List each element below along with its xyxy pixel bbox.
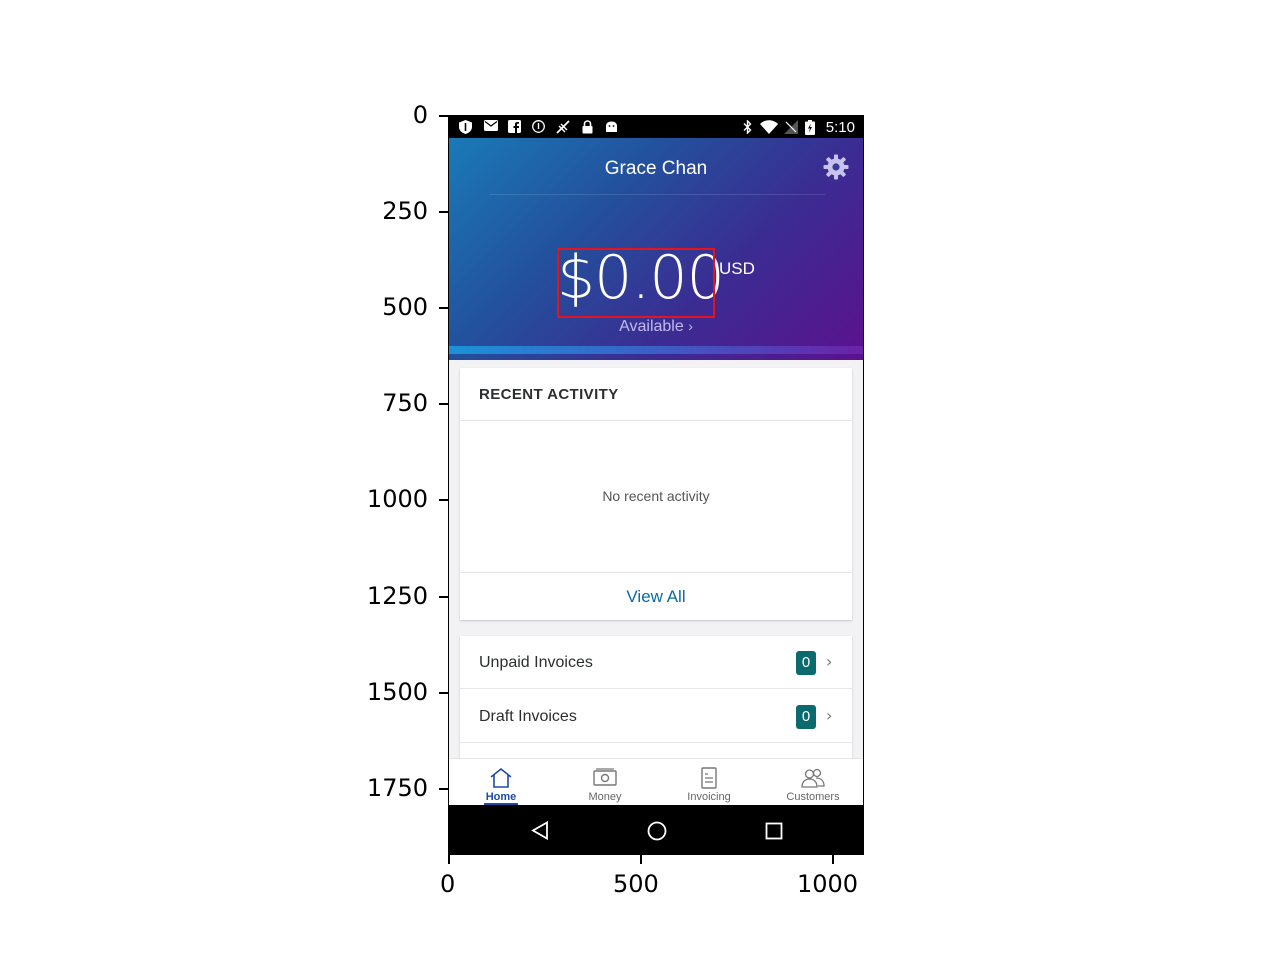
gear-icon[interactable] bbox=[823, 154, 849, 180]
android-icon bbox=[605, 120, 618, 136]
status-bar: 5:10 bbox=[449, 116, 863, 138]
chevron-right-icon: › bbox=[688, 318, 693, 334]
info-icon bbox=[532, 120, 545, 136]
card-divider bbox=[460, 420, 852, 421]
y-tick-label: 0 bbox=[412, 101, 428, 129]
draft-invoices-row[interactable]: Draft Invoices 0 › bbox=[460, 690, 852, 742]
x-tick-label: 500 bbox=[613, 870, 659, 898]
nav-item-money[interactable]: Money bbox=[553, 759, 657, 806]
recent-activity-title: RECENT ACTIVITY bbox=[479, 386, 619, 403]
customers-icon bbox=[801, 767, 825, 789]
nav-item-customers[interactable]: Customers bbox=[761, 759, 863, 806]
y-tick bbox=[439, 499, 448, 501]
chevron-right-icon: › bbox=[826, 652, 833, 671]
nav-label: Customers bbox=[786, 791, 840, 803]
invoice-row-label: Unpaid Invoices bbox=[479, 654, 593, 671]
unpaid-invoices-row[interactable]: Unpaid Invoices 0 › bbox=[460, 636, 852, 688]
battery-charging-icon bbox=[805, 120, 815, 138]
y-tick bbox=[439, 211, 448, 213]
row-divider bbox=[460, 688, 852, 689]
system-navigation-bar bbox=[449, 805, 863, 854]
back-icon[interactable] bbox=[531, 820, 549, 844]
chevron-right-icon: › bbox=[826, 706, 833, 725]
x-tick bbox=[640, 855, 642, 864]
nav-item-invoicing[interactable]: Invoicing bbox=[657, 759, 761, 806]
lock-icon bbox=[582, 120, 593, 137]
x-tick bbox=[832, 855, 834, 864]
y-tick-label: 1000 bbox=[366, 485, 428, 513]
invoice-icon bbox=[697, 767, 721, 789]
count-badge: 0 bbox=[796, 705, 816, 729]
available-label: Available bbox=[619, 318, 684, 335]
y-tick-label: 500 bbox=[382, 293, 428, 321]
no-signal-icon bbox=[555, 120, 571, 137]
currency-code: USD bbox=[719, 259, 755, 278]
y-tick-label: 1750 bbox=[366, 774, 428, 802]
y-tick-label: 1250 bbox=[366, 582, 428, 610]
nav-item-home[interactable]: Home bbox=[449, 759, 553, 806]
nav-label: Invoicing bbox=[687, 791, 731, 803]
y-tick bbox=[439, 692, 448, 694]
phone-screen: 5:10 Grace Chan $0.00 USD Available › RE… bbox=[448, 115, 864, 855]
y-tick-label: 1500 bbox=[366, 678, 428, 706]
user-name: Grace Chan bbox=[604, 158, 708, 179]
card-divider bbox=[460, 572, 852, 573]
home-icon bbox=[489, 767, 513, 789]
y-tick bbox=[439, 307, 448, 309]
header-stripe bbox=[449, 346, 863, 354]
nav-label: Home bbox=[485, 791, 517, 803]
available-balance-link[interactable]: Available › bbox=[449, 318, 863, 336]
invoices-card: Unpaid Invoices 0 › Draft Invoices 0 › bbox=[460, 636, 852, 758]
status-time: 5:10 bbox=[825, 119, 855, 136]
y-tick-label: 750 bbox=[382, 389, 428, 417]
facebook-icon bbox=[508, 120, 521, 136]
invoice-row-label: Draft Invoices bbox=[479, 708, 577, 725]
money-icon bbox=[593, 767, 617, 789]
x-tick bbox=[448, 855, 450, 864]
shield-icon bbox=[459, 120, 472, 137]
empty-activity-text: No recent activity bbox=[602, 488, 710, 504]
header-divider bbox=[489, 194, 825, 195]
home-circle-icon[interactable] bbox=[647, 821, 667, 845]
balance-header: Grace Chan $0.00 USD Available › bbox=[449, 138, 863, 360]
view-all-button[interactable]: View All bbox=[460, 587, 852, 607]
y-tick bbox=[439, 403, 448, 405]
wifi-icon bbox=[760, 120, 778, 137]
highlight-box bbox=[557, 248, 715, 318]
recents-icon[interactable] bbox=[765, 822, 783, 844]
count-badge: 0 bbox=[796, 651, 816, 675]
row-divider bbox=[460, 742, 852, 743]
bottom-navigation: Home Money Invoicing Customers bbox=[449, 758, 863, 806]
x-tick-label: 1000 bbox=[797, 870, 859, 898]
x-tick-label: 0 bbox=[440, 870, 456, 898]
y-tick-label: 250 bbox=[382, 197, 428, 225]
email-icon bbox=[484, 120, 498, 134]
y-tick bbox=[439, 115, 448, 117]
y-tick bbox=[439, 788, 448, 790]
bluetooth-icon bbox=[743, 119, 752, 137]
recent-activity-card: RECENT ACTIVITY No recent activity View … bbox=[460, 368, 852, 620]
no-sim-icon bbox=[784, 120, 798, 137]
nav-label: Money bbox=[588, 791, 622, 803]
y-tick bbox=[439, 596, 448, 598]
